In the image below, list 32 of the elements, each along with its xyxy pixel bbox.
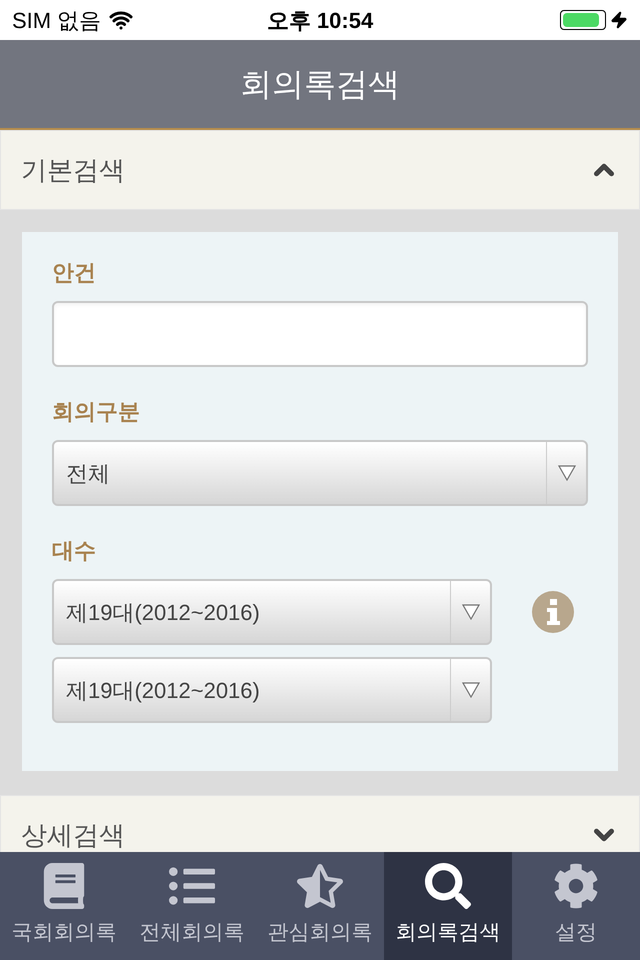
book-icon (41, 863, 87, 910)
section-title: 상세검색 (21, 818, 125, 852)
gear-icon (553, 863, 599, 910)
tab[interactable]: 설정 (512, 852, 640, 960)
star-icon (297, 863, 343, 910)
tab[interactable]: 회의록검색 (384, 852, 512, 960)
section-title: 기본검색 (21, 154, 125, 186)
field-label: 회의구분 (52, 398, 141, 426)
dropdown-value: 제19대(2012~2016) (65, 676, 261, 704)
dropdown-value: 제19대(2012~2016) (65, 598, 261, 626)
dropdown-arrow-icon (462, 604, 480, 620)
dropdown[interactable]: 전체 (52, 440, 588, 506)
dropdown-arrow-icon (558, 465, 576, 481)
clock: 오후 10:54 (266, 6, 374, 34)
tab[interactable]: 관심회의록 (256, 852, 384, 960)
nav-title: 회의록검색 (240, 65, 400, 104)
carrier-text: SIM 없음 (12, 6, 102, 34)
section-header[interactable]: 기본검색 (0, 130, 640, 210)
tab[interactable]: 국회회의록 (0, 852, 128, 960)
info-icon[interactable] (532, 591, 574, 633)
dropdown[interactable]: 제19대(2012~2016) (52, 657, 492, 723)
dropdown-value: 전체 (65, 460, 111, 488)
dropdown[interactable]: 제19대(2012~2016) (52, 579, 492, 645)
section-header[interactable]: 상세검색 (0, 795, 640, 852)
field-label: 대수 (52, 537, 97, 565)
charging-icon (610, 11, 628, 29)
field-label: 안건 (52, 259, 97, 287)
tab[interactable]: 전체회의록 (128, 852, 256, 960)
input-field[interactable] (52, 301, 588, 367)
battery-icon (560, 10, 606, 30)
search-icon (425, 863, 471, 910)
dropdown-arrow-icon (462, 682, 480, 698)
